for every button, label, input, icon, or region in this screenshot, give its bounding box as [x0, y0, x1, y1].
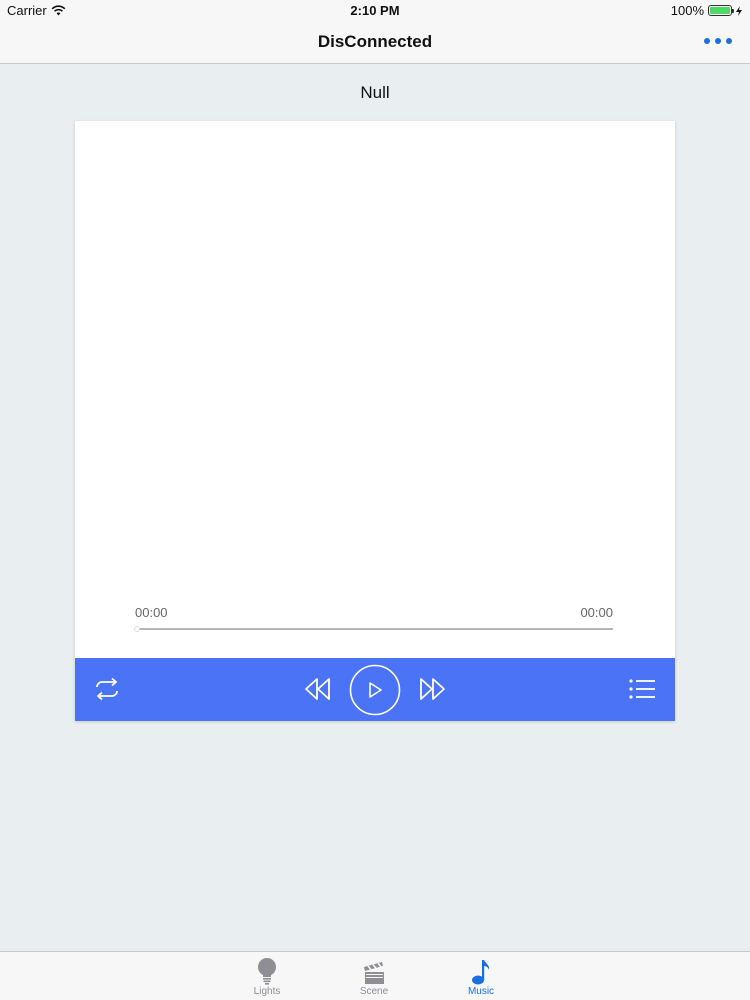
tab-scene-label: Scene — [359, 986, 389, 997]
battery-info: 100% — [671, 3, 742, 18]
tab-music-label: Music — [467, 986, 495, 997]
track-title: Null — [360, 83, 390, 102]
clapperboard-icon — [364, 962, 384, 984]
more-options-button[interactable] — [704, 32, 732, 50]
lightbulb-icon — [258, 958, 276, 985]
rewind-button[interactable] — [303, 677, 333, 701]
progress-slider[interactable] — [134, 626, 613, 632]
status-bar: Carrier 2:10 PM 100% — [0, 0, 750, 20]
elapsed-time: 00:00 — [135, 605, 168, 620]
tab-lights-label: Lights — [253, 986, 281, 997]
play-button[interactable] — [349, 664, 401, 716]
tab-bar: Lights Scene Music — [0, 951, 750, 1000]
rewind-icon — [305, 678, 330, 700]
tab-scene[interactable]: Scene — [344, 956, 404, 997]
playlist-icon — [629, 679, 655, 699]
fast-forward-button[interactable] — [417, 677, 447, 701]
status-time: 2:10 PM — [350, 3, 400, 18]
navigation-bar: DisConnected — [0, 20, 750, 64]
music-player-card: 00:00 00:00 — [75, 121, 675, 721]
battery-icon — [708, 5, 734, 16]
playlist-button[interactable] — [629, 679, 657, 699]
play-icon — [349, 664, 401, 716]
music-note-icon — [472, 960, 490, 985]
total-time: 00:00 — [580, 605, 613, 620]
repeat-button[interactable] — [92, 677, 122, 701]
tab-music[interactable]: Music — [451, 956, 511, 997]
tab-lights[interactable]: Lights — [237, 956, 297, 997]
fast-forward-icon — [420, 678, 445, 700]
charging-bolt-icon — [736, 5, 742, 16]
playback-control-bar — [75, 658, 675, 721]
progress-knob[interactable] — [134, 626, 140, 632]
battery-percent: 100% — [670, 3, 704, 18]
more-dots-icon — [704, 38, 710, 44]
repeat-icon — [96, 677, 118, 701]
nav-title: DisConnected — [317, 32, 433, 51]
